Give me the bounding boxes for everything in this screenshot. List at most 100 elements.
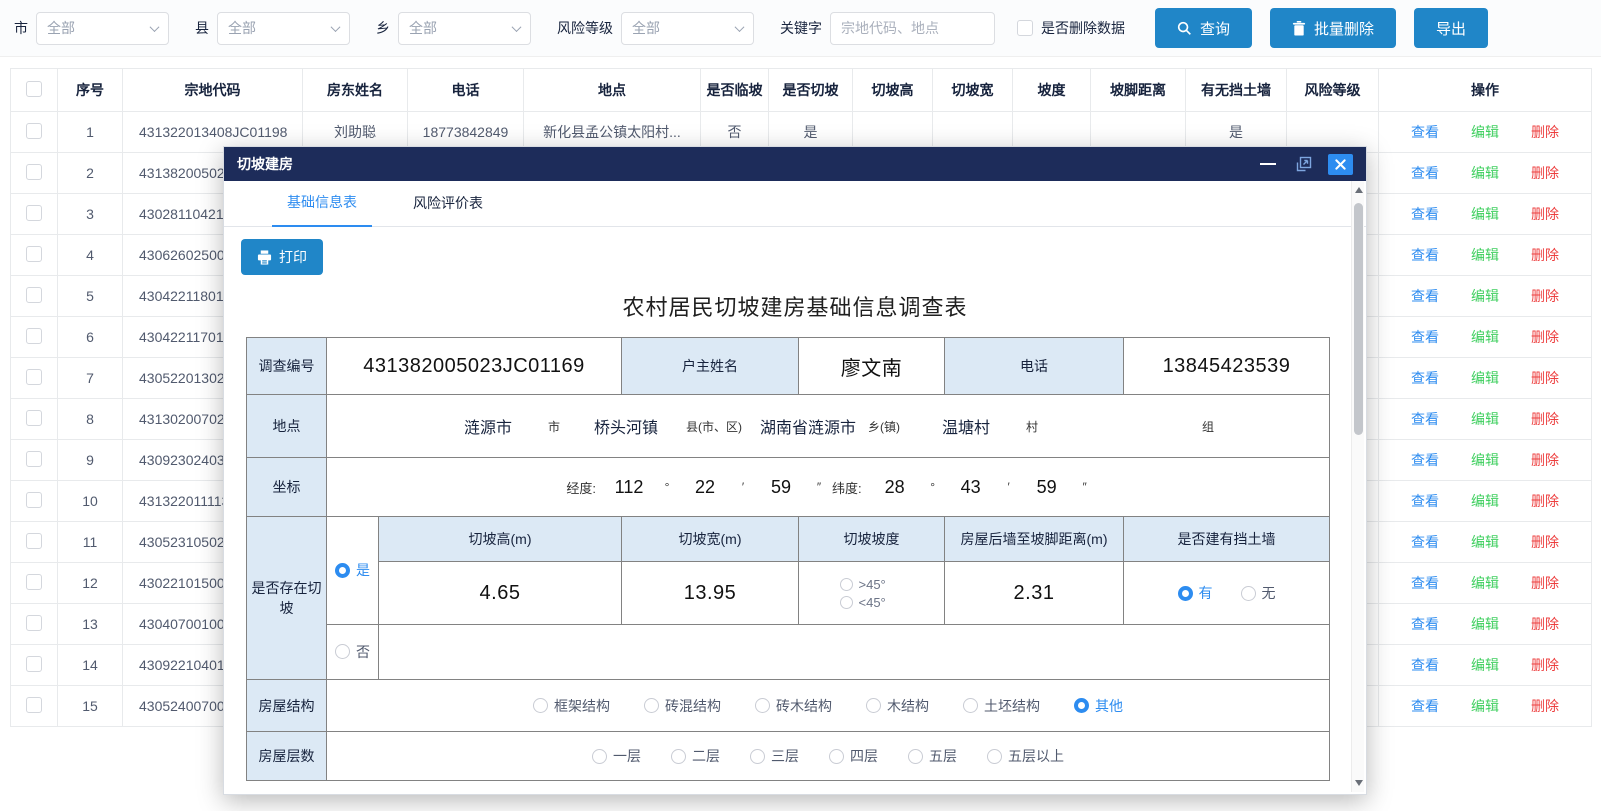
radio-option[interactable]: 框架结构 [533, 696, 610, 716]
radio-icon [908, 749, 923, 764]
view-link[interactable]: 查看 [1411, 573, 1439, 593]
delete-link[interactable]: 删除 [1531, 573, 1559, 593]
view-link[interactable]: 查看 [1411, 204, 1439, 224]
view-link[interactable]: 查看 [1411, 245, 1439, 265]
edit-link[interactable]: 编辑 [1471, 614, 1499, 634]
row-checkbox[interactable] [26, 287, 42, 303]
delete-link[interactable]: 删除 [1531, 245, 1559, 265]
view-link[interactable]: 查看 [1411, 491, 1439, 511]
row-checkbox[interactable] [26, 656, 42, 672]
export-button[interactable]: 导出 [1414, 8, 1488, 48]
maximize-icon[interactable] [1296, 156, 1312, 172]
edit-link[interactable]: 编辑 [1471, 327, 1499, 347]
view-link[interactable]: 查看 [1411, 655, 1439, 675]
modal-scrollbar[interactable] [1351, 181, 1364, 792]
batch-delete-button[interactable]: 批量删除 [1270, 8, 1396, 48]
delete-link[interactable]: 删除 [1531, 409, 1559, 429]
radio-option[interactable]: 五层 [908, 746, 957, 766]
delete-link[interactable]: 删除 [1531, 450, 1559, 470]
row-checkbox[interactable] [26, 451, 42, 467]
edit-link[interactable]: 编辑 [1471, 696, 1499, 716]
view-link[interactable]: 查看 [1411, 450, 1439, 470]
view-link[interactable]: 查看 [1411, 532, 1439, 552]
view-link[interactable]: 查看 [1411, 614, 1439, 634]
row-checkbox[interactable] [26, 615, 42, 631]
radio-option[interactable]: >45° [840, 577, 886, 592]
row-checkbox[interactable] [26, 369, 42, 385]
row-checkbox[interactable] [26, 246, 42, 262]
edit-link[interactable]: 编辑 [1471, 163, 1499, 183]
edit-link[interactable]: 编辑 [1471, 450, 1499, 470]
edit-link[interactable]: 编辑 [1471, 532, 1499, 552]
row-checkbox[interactable] [26, 164, 42, 180]
edit-link[interactable]: 编辑 [1471, 245, 1499, 265]
delete-link[interactable]: 删除 [1531, 122, 1559, 142]
radio-option[interactable]: 无 [1241, 583, 1276, 603]
radio-option[interactable]: 土坯结构 [963, 696, 1040, 716]
edit-link[interactable]: 编辑 [1471, 573, 1499, 593]
radio-cut-no[interactable]: 否 [335, 642, 370, 662]
scroll-down-icon[interactable] [1355, 780, 1363, 786]
radio-option[interactable]: 二层 [671, 746, 720, 766]
edit-link[interactable]: 编辑 [1471, 122, 1499, 142]
edit-link[interactable]: 编辑 [1471, 655, 1499, 675]
view-link[interactable]: 查看 [1411, 163, 1439, 183]
radio-option[interactable]: 其他 [1074, 696, 1123, 716]
delete-link[interactable]: 删除 [1531, 696, 1559, 716]
view-link[interactable]: 查看 [1411, 286, 1439, 306]
radio-option[interactable]: <45° [840, 595, 886, 610]
row-checkbox[interactable] [26, 492, 42, 508]
city-select[interactable]: 全部 [36, 12, 169, 45]
township-select[interactable]: 全部 [398, 12, 531, 45]
radio-option[interactable]: 木结构 [866, 696, 929, 716]
radio-option[interactable]: 四层 [829, 746, 878, 766]
radio-option[interactable]: 三层 [750, 746, 799, 766]
tab-risk-evaluation[interactable]: 风险评价表 [398, 193, 498, 226]
radio-option[interactable]: 五层以上 [987, 746, 1064, 766]
row-checkbox[interactable] [26, 328, 42, 344]
delete-link[interactable]: 删除 [1531, 368, 1559, 388]
edit-link[interactable]: 编辑 [1471, 204, 1499, 224]
row-checkbox[interactable] [26, 697, 42, 713]
scrollbar-thumb[interactable] [1354, 203, 1363, 435]
edit-link[interactable]: 编辑 [1471, 491, 1499, 511]
delete-link[interactable]: 删除 [1531, 163, 1559, 183]
delete-link[interactable]: 删除 [1531, 491, 1559, 511]
row-checkbox[interactable] [26, 123, 42, 139]
query-button[interactable]: 查询 [1155, 8, 1252, 48]
delete-link[interactable]: 删除 [1531, 532, 1559, 552]
radio-option[interactable]: 有 [1178, 583, 1213, 603]
delete-link[interactable]: 删除 [1531, 655, 1559, 675]
print-button[interactable]: 打印 [241, 239, 323, 275]
view-link[interactable]: 查看 [1411, 122, 1439, 142]
row-checkbox[interactable] [26, 205, 42, 221]
edit-link[interactable]: 编辑 [1471, 409, 1499, 429]
delete-link[interactable]: 删除 [1531, 204, 1559, 224]
delete-link[interactable]: 删除 [1531, 286, 1559, 306]
deleted-data-checkbox[interactable] [1017, 20, 1033, 36]
edit-link[interactable]: 编辑 [1471, 286, 1499, 306]
delete-link[interactable]: 删除 [1531, 614, 1559, 634]
delete-link[interactable]: 删除 [1531, 327, 1559, 347]
radio-option[interactable]: 砖混结构 [644, 696, 721, 716]
view-link[interactable]: 查看 [1411, 409, 1439, 429]
county-select[interactable]: 全部 [217, 12, 350, 45]
row-checkbox[interactable] [26, 574, 42, 590]
close-icon[interactable] [1328, 154, 1353, 175]
row-checkbox[interactable] [26, 533, 42, 549]
view-link[interactable]: 查看 [1411, 368, 1439, 388]
keyword-input[interactable] [830, 12, 995, 45]
modal-titlebar[interactable]: 切坡建房 [224, 147, 1366, 181]
minimize-icon[interactable] [1260, 163, 1276, 165]
radio-option[interactable]: 一层 [592, 746, 641, 766]
select-all-checkbox[interactable] [26, 81, 42, 97]
view-link[interactable]: 查看 [1411, 696, 1439, 716]
radio-option[interactable]: 砖木结构 [755, 696, 832, 716]
risk-level-select[interactable]: 全部 [621, 12, 754, 45]
radio-cut-yes[interactable]: 是 [335, 560, 370, 580]
tab-basic-info[interactable]: 基础信息表 [272, 192, 372, 227]
edit-link[interactable]: 编辑 [1471, 368, 1499, 388]
view-link[interactable]: 查看 [1411, 327, 1439, 347]
row-checkbox[interactable] [26, 410, 42, 426]
scroll-up-icon[interactable] [1355, 187, 1363, 193]
